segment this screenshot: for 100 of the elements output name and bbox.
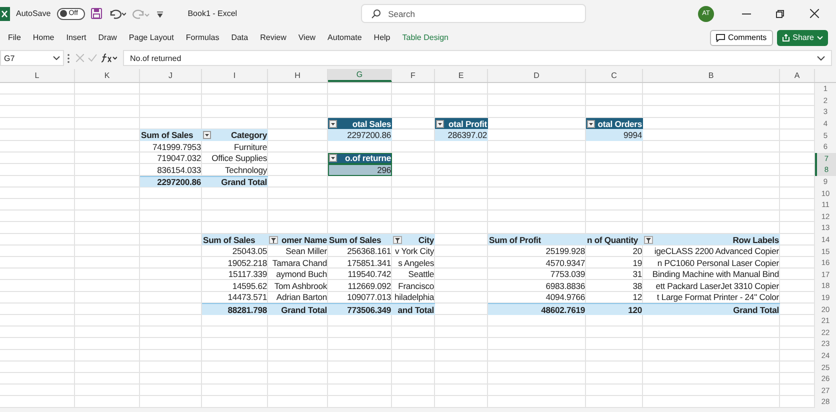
table-cell: 38 [632,280,642,291]
cell-text: 88281.798 [228,304,267,315]
function-icon[interactable] [101,53,117,63]
cell-text: Grand Total [733,304,779,315]
minimize-icon[interactable] [742,12,750,14]
save-icon[interactable] [90,8,102,19]
share-button[interactable]: Share [776,30,828,46]
cell-text: o.of returne [345,153,391,164]
cell-text: 2297200.86 [157,177,201,188]
redo-icon [132,8,150,18]
cell-text: Grand Total [221,177,267,188]
ribbon-tab[interactable]: Page Layout [124,33,182,42]
comment-icon [716,34,725,42]
table-cell: 119540.742 [348,269,391,280]
ribbon-tab[interactable]: Help [370,33,398,42]
expand-icon[interactable] [817,56,825,60]
table-cell: 6983.8836 [546,280,585,291]
column-header[interactable]: F [392,69,435,82]
table-cell: 14595.62 [232,280,267,291]
table-cell: 20 [632,246,642,256]
column-header[interactable]: A [780,69,815,82]
cell-text: otal Sales [352,118,391,129]
table-cell: Seattle [408,269,434,280]
table-cell: 7753.039 [550,269,585,280]
cell-text: Category [230,130,267,140]
cell-text: otal Orders [598,118,642,129]
cell-text: Sum of Sales [329,234,382,245]
more-icon[interactable] [67,54,70,62]
table-cell: aymond Buch [276,269,327,280]
search-icon [371,9,382,19]
cell-text: 48602.7619 [541,304,585,315]
column-header[interactable]: E [435,69,488,82]
table-cell: 741999.7953 [152,142,201,152]
cell-text: n of Quantity [587,234,638,245]
column-header[interactable]: D [488,69,586,82]
cell-text: Sum of Sales [203,234,256,245]
table-cell: Office Supplies [212,153,267,164]
ribbon-tab[interactable]: Formulas [182,33,228,42]
cell-text: City [418,234,434,245]
table-cell: n PC1060 Personal Laser Copier [657,258,779,268]
ribbon-tab[interactable]: Insert [62,33,94,42]
column-header[interactable]: J [140,69,202,82]
ribbon-tab[interactable]: Review [256,33,294,42]
cell-text: Sum of Sales [141,130,194,140]
table-cell: 14473.571 [228,292,267,302]
caret-icon [53,56,60,60]
cell-text: 120 [628,304,642,315]
filter-icon[interactable] [393,236,402,244]
table-cell: Furniture [234,142,267,152]
formula-field[interactable]: No.of returned [123,50,832,66]
column-header[interactable]: B [643,69,780,82]
cell-text: 9994 [623,130,642,140]
column-header[interactable]: I [202,69,268,82]
table-cell: 836154.033 [157,164,201,175]
cell-text: 296 [377,164,391,175]
filter-icon[interactable] [269,236,278,244]
dropdown-icon[interactable] [436,120,444,128]
cell-text: omer Name [282,234,327,245]
ribbon-tab[interactable]: Draw [94,33,125,42]
table-cell: v York City [395,246,434,256]
search-field[interactable]: Search [361,4,586,23]
table-cell: Sean Miller [286,246,327,256]
table-cell: 719047.032 [157,153,201,164]
dropdown-icon[interactable] [587,120,595,128]
name-box[interactable]: G7 [0,50,64,66]
undo-icon[interactable] [108,8,126,18]
filter-icon[interactable] [644,236,653,244]
table-cell: hiladelphia [394,292,434,302]
dropdown-icon[interactable] [329,154,337,162]
comments-button[interactable]: Comments [710,30,773,46]
cell-text: Row Labels [732,234,779,245]
cell-text: Sum of Profit [489,234,541,245]
table-cell: Binding Machine with Manual Bind [652,269,779,280]
ribbon-tab[interactable]: View [294,33,324,42]
table-cell: Adrian Barton [276,292,327,302]
column-header[interactable]: K [75,69,140,82]
cell-text: and Total [398,304,434,315]
table-cell: 15117.339 [228,269,267,280]
table-cell: s Angeles [398,258,434,268]
dropdown-icon[interactable] [203,131,211,140]
table-cell: Tamara Chand [272,258,327,268]
table-cell: ett Packard LaserJet 3310 Copier [656,280,779,291]
column-header[interactable]: G [328,69,392,82]
customize-icon[interactable] [156,10,164,18]
table-cell: Technology [225,164,267,175]
ribbon-tab[interactable]: Automate [324,33,370,42]
dropdown-icon[interactable] [329,120,337,128]
column-header[interactable]: L [0,69,75,82]
table-cell: 4094.9766 [546,292,585,302]
close-icon[interactable] [810,9,818,18]
cell-text: 286397.02 [448,130,487,140]
cell-text: Grand Total [281,304,327,315]
restore-icon[interactable] [776,10,784,18]
column-header[interactable]: C [586,69,643,82]
ribbon-tab[interactable]: File [4,33,29,42]
ribbon-tab[interactable]: Data [227,33,256,42]
table-cell: igeCLASS 2200 Advanced Copier [654,246,779,256]
ribbon-tab[interactable]: Table Design [398,33,456,42]
autosave-label: AutoSave [16,9,51,18]
ribbon-tab[interactable]: Home [28,33,62,42]
